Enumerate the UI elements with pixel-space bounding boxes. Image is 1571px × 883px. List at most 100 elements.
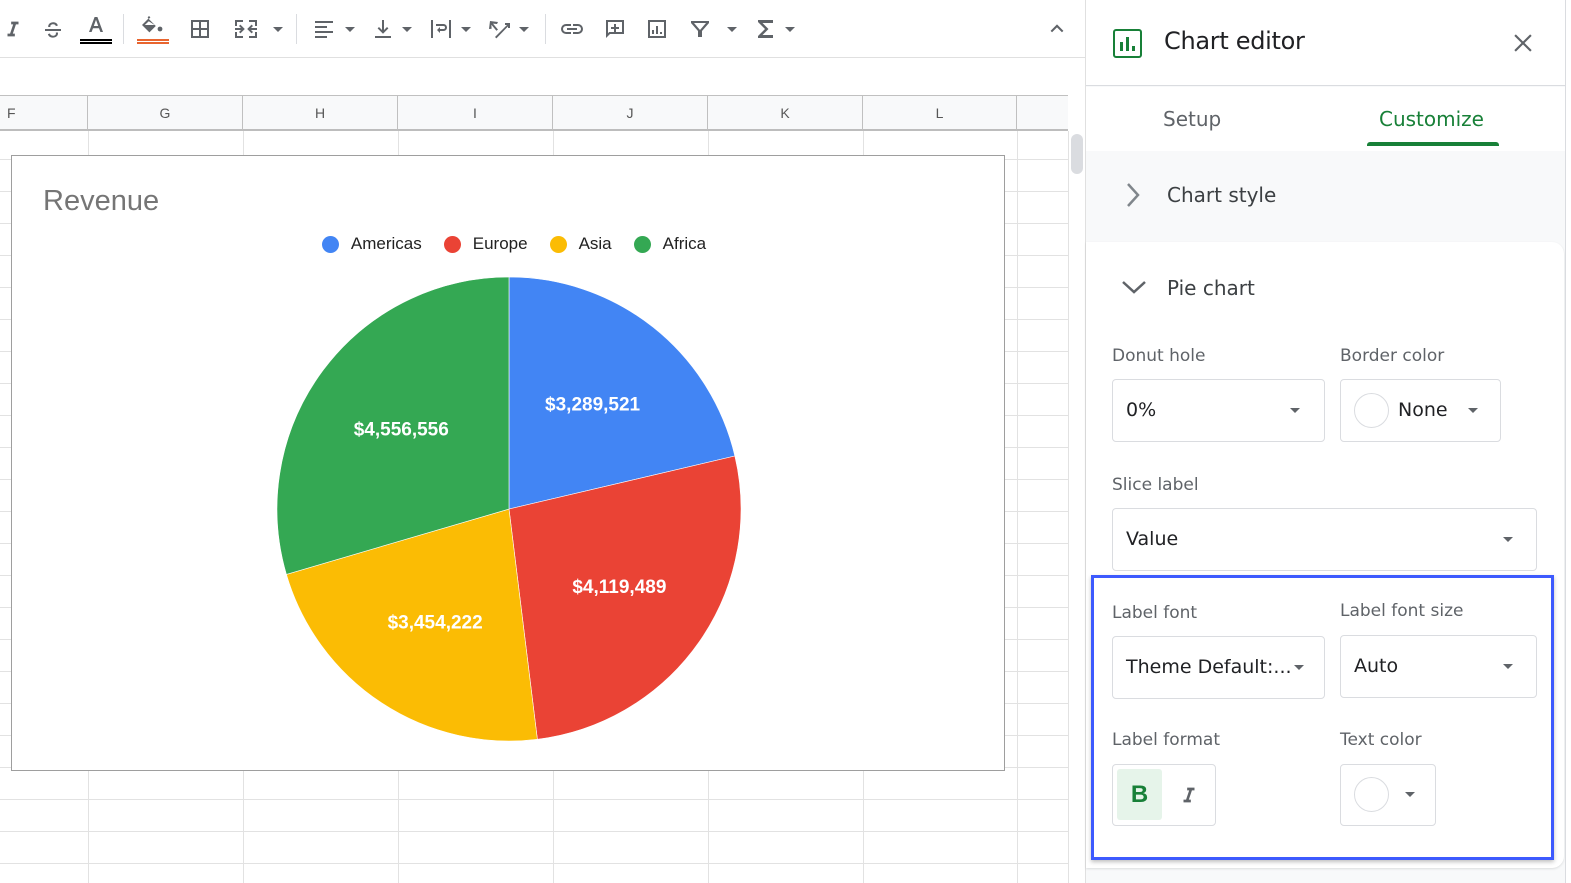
merge-cells-icon xyxy=(235,20,257,38)
column-header[interactable]: K xyxy=(708,96,863,130)
text-rotation-dropdown[interactable] xyxy=(516,12,532,46)
strikethrough-icon xyxy=(45,22,61,38)
chart-editor-panel: Chart editor Setup Customize Chart style… xyxy=(1085,0,1566,883)
functions-button[interactable] xyxy=(752,12,780,46)
caret-down-icon xyxy=(345,26,355,32)
label-format-group: B xyxy=(1112,764,1216,826)
section-title: Pie chart xyxy=(1167,276,1255,300)
chevron-right-icon xyxy=(1127,183,1140,207)
text-color-swatch xyxy=(80,39,112,44)
strikethrough-button[interactable] xyxy=(38,12,68,46)
toolbar-divider xyxy=(123,14,124,44)
panel-edge xyxy=(1565,0,1571,883)
label-font-size-select[interactable]: Auto xyxy=(1340,635,1537,698)
label-font-size-label: Label font size xyxy=(1340,601,1464,621)
filter-icon xyxy=(691,21,709,37)
donut-hole-select[interactable]: 0% xyxy=(1112,379,1325,442)
collapse-toolbar-button[interactable] xyxy=(1043,12,1071,46)
vertical-align-dropdown[interactable] xyxy=(399,12,415,46)
slice-value-label: $3,454,222 xyxy=(388,612,483,633)
chevron-up-icon xyxy=(1050,24,1064,33)
align-left-icon xyxy=(315,21,333,38)
caret-down-icon xyxy=(461,26,471,32)
pie-chart-section-header[interactable]: Pie chart xyxy=(1086,242,1564,332)
color-swatch xyxy=(1354,393,1389,428)
chart-editor-icon xyxy=(1113,29,1142,58)
select-value: None xyxy=(1398,399,1448,421)
vertical-align-button[interactable] xyxy=(368,12,398,46)
color-swatch xyxy=(1354,777,1389,812)
slice-value-label: $4,119,489 xyxy=(572,577,666,598)
border-color-label: Border color xyxy=(1340,346,1445,366)
close-button[interactable] xyxy=(1510,30,1536,56)
bold-toggle[interactable]: B xyxy=(1117,769,1162,820)
caret-down-icon xyxy=(727,26,737,32)
row-gridline xyxy=(0,863,1068,864)
select-value: Auto xyxy=(1354,655,1399,677)
caret-down-icon xyxy=(1294,665,1304,670)
insert-chart-button[interactable] xyxy=(641,12,673,46)
text-color-select[interactable] xyxy=(1340,764,1436,826)
caret-down-icon xyxy=(1405,792,1415,797)
text-wrapping-button[interactable] xyxy=(425,12,457,46)
italic-button[interactable] xyxy=(0,12,26,46)
border-color-select[interactable]: None xyxy=(1340,379,1501,442)
column-header[interactable]: J xyxy=(553,96,708,130)
horizontal-align-button[interactable] xyxy=(308,12,340,46)
label-font-select[interactable]: Theme Default:... xyxy=(1112,636,1325,699)
caret-down-icon xyxy=(1290,408,1300,413)
text-color-button[interactable] xyxy=(78,12,114,46)
column-header[interactable]: L xyxy=(863,96,1017,130)
merge-cells-button[interactable] xyxy=(228,12,264,46)
fill-color-swatch xyxy=(137,39,169,44)
formatting-toolbar xyxy=(0,0,1085,58)
italic-toggle[interactable] xyxy=(1166,769,1211,820)
label-format-label: Label format xyxy=(1112,730,1220,750)
borders-icon xyxy=(191,20,209,38)
slice-label-select[interactable]: Value xyxy=(1112,508,1537,571)
pie-chart[interactable]: Revenue Americas Europe Asia Africa $3,289,… xyxy=(11,155,1005,771)
text-wrapping-dropdown[interactable] xyxy=(458,12,474,46)
caret-down-icon xyxy=(1468,408,1478,413)
insert-link-button[interactable] xyxy=(556,12,588,46)
row-gridline xyxy=(0,831,1068,832)
text-wrap-icon xyxy=(431,20,451,38)
caret-down-icon xyxy=(519,26,529,32)
pie-plot: $3,289,521 $4,119,489 $3,454,222 $4,556,556 xyxy=(276,276,742,742)
text-rotation-button[interactable] xyxy=(484,12,516,46)
vertical-scrollbar[interactable] xyxy=(1068,131,1085,883)
borders-button[interactable] xyxy=(184,12,216,46)
filter-dropdown[interactable] xyxy=(724,12,740,46)
caret-down-icon xyxy=(402,26,412,32)
fill-color-icon xyxy=(142,16,163,33)
section-chart-style[interactable]: Chart style xyxy=(1086,151,1566,241)
select-value: Theme Default:... xyxy=(1126,656,1292,678)
text-color-label: Text color xyxy=(1340,730,1422,750)
label-font-label: Label font xyxy=(1112,603,1198,623)
caret-down-icon xyxy=(1503,664,1513,669)
select-value: Value xyxy=(1126,528,1179,550)
column-header[interactable]: H xyxy=(243,96,398,130)
column-header[interactable]: G xyxy=(88,96,243,130)
horizontal-align-dropdown[interactable] xyxy=(342,12,358,46)
column-header[interactable]: I xyxy=(398,96,553,130)
fill-color-button[interactable] xyxy=(135,12,171,46)
functions-dropdown[interactable] xyxy=(782,12,798,46)
merge-cells-dropdown[interactable] xyxy=(270,12,286,46)
tab-customize[interactable]: Customize xyxy=(1379,107,1484,131)
panel-title: Chart editor xyxy=(1164,27,1305,55)
chart-icon xyxy=(648,20,666,38)
donut-hole-label: Donut hole xyxy=(1112,346,1206,366)
insert-comment-button[interactable] xyxy=(600,12,630,46)
row-gridline xyxy=(0,799,1068,800)
scrollbar-thumb[interactable] xyxy=(1071,134,1083,174)
section-title: Chart style xyxy=(1167,183,1277,207)
tab-setup[interactable]: Setup xyxy=(1163,107,1221,131)
caret-down-icon xyxy=(785,26,795,32)
toolbar-divider xyxy=(545,14,546,44)
column-header[interactable]: F xyxy=(0,96,88,130)
text-color-icon xyxy=(89,17,103,32)
filter-button[interactable] xyxy=(686,12,714,46)
italic-icon xyxy=(1183,787,1194,802)
column-gridline xyxy=(1017,131,1018,883)
